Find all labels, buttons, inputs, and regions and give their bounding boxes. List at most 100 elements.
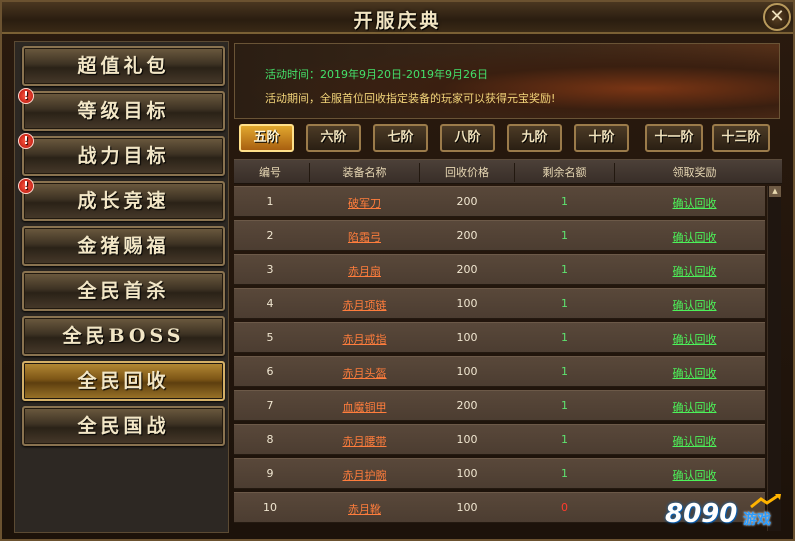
- remaining-slots: 1: [561, 365, 568, 378]
- confirm-recycle-link[interactable]: 确认回收: [617, 399, 765, 415]
- sidebar-item[interactable]: 金猪赐福: [22, 226, 225, 266]
- sidebar: 超值礼包 等级目标! 战力目标! 成长竞速! 金猪赐福 全民首杀 全民BOSS 全民回收 全民国…: [14, 41, 229, 533]
- remaining-slots: 1: [561, 263, 568, 276]
- column-header: 回收价格: [445, 166, 489, 179]
- item-number: 9: [266, 467, 274, 480]
- recycle-price: 100: [456, 501, 478, 514]
- tier-tab[interactable]: 十三阶: [712, 124, 770, 152]
- sidebar-item[interactable]: 战力目标!: [18, 133, 225, 176]
- confirm-recycle-link[interactable]: 确认回收: [617, 331, 765, 347]
- close-button[interactable]: ✕: [763, 3, 791, 31]
- sidebar-item-label: 全民首杀: [77, 280, 170, 302]
- sidebar-item-label: 金猪赐福: [77, 235, 170, 257]
- remaining-slots: 0: [561, 501, 568, 514]
- equipment-name-link[interactable]: 破军刀: [312, 195, 417, 211]
- watermark-logo: 8090 游戏: [665, 493, 785, 535]
- table-row: 8 赤月腰带 100 1 确认回收: [234, 424, 765, 455]
- sidebar-item[interactable]: 全民国战: [22, 406, 225, 446]
- equipment-name-link[interactable]: 赤月靴: [312, 501, 417, 517]
- equipment-name-link[interactable]: 陷霜弓: [312, 229, 417, 245]
- equipment-name-link[interactable]: 赤月腰带: [312, 433, 417, 449]
- alert-badge-icon: !: [18, 178, 34, 194]
- event-time-value: 2019年9月20日-2019年9月26日: [320, 68, 488, 81]
- tier-tabs: 五阶 六阶 七阶 八阶 九阶 十阶 十一阶 十三阶: [239, 124, 774, 154]
- tier-tab[interactable]: 十阶: [574, 124, 629, 152]
- sidebar-item-label: 全民国战: [77, 415, 170, 437]
- sidebar-item-label: 成长竞速: [77, 190, 170, 212]
- remaining-slots: 1: [561, 467, 568, 480]
- recycle-price: 200: [456, 195, 478, 208]
- confirm-recycle-link[interactable]: 确认回收: [617, 297, 765, 313]
- sidebar-item[interactable]: 超值礼包: [22, 46, 225, 86]
- tier-tab[interactable]: 十一阶: [645, 124, 703, 152]
- sidebar-item[interactable]: 成长竞速!: [18, 178, 225, 221]
- table-row: 6 赤月头盔 100 1 确认回收: [234, 356, 765, 387]
- item-number: 2: [266, 229, 274, 242]
- confirm-recycle-link[interactable]: 确认回收: [617, 365, 765, 381]
- tier-tab[interactable]: 六阶: [306, 124, 361, 152]
- table-header: 编号 装备名称 回收价格 剩余名额 领取奖励: [234, 159, 782, 184]
- recycle-price: 200: [456, 263, 478, 276]
- scroll-up-arrow-icon[interactable]: ▲: [769, 186, 781, 197]
- event-window: 开服庆典 ✕ 超值礼包 等级目标! 战力目标! 成长竞速! 金猪赐福 全民首杀 全民BOSS…: [0, 0, 795, 541]
- sidebar-item[interactable]: 全民回收: [22, 361, 225, 401]
- equipment-name-link[interactable]: 赤月戒指: [312, 331, 417, 347]
- column-divider: [419, 163, 420, 182]
- event-banner: 活动时间：2019年9月20日-2019年9月26日 活动期间，全服首位回收指定…: [234, 43, 780, 119]
- alert-badge-icon: !: [18, 133, 34, 149]
- item-number: 3: [266, 263, 274, 276]
- confirm-recycle-link[interactable]: 确认回收: [617, 433, 765, 449]
- recycle-price: 100: [456, 297, 478, 310]
- column-divider: [514, 163, 515, 182]
- item-number: 8: [266, 433, 274, 446]
- item-number: 5: [266, 331, 274, 344]
- column-divider: [309, 163, 310, 182]
- remaining-slots: 1: [561, 433, 568, 446]
- remaining-slots: 1: [561, 399, 568, 412]
- logo-text: 游戏: [743, 512, 771, 528]
- equipment-name-link[interactable]: 赤月项链: [312, 297, 417, 313]
- remaining-slots: 1: [561, 229, 568, 242]
- event-description: 活动期间，全服首位回收指定装备的玩家可以获得元宝奖励!: [265, 92, 556, 105]
- table-row: 3 赤月扇 200 1 确认回收: [234, 254, 765, 285]
- sidebar-item-label: 全民BOSS: [62, 325, 185, 347]
- sidebar-item-label: 超值礼包: [77, 55, 170, 77]
- tier-tab[interactable]: 七阶: [373, 124, 428, 152]
- recycle-price: 100: [456, 467, 478, 480]
- tier-tab[interactable]: 八阶: [440, 124, 495, 152]
- equipment-name-link[interactable]: 赤月扇: [312, 263, 417, 279]
- sidebar-item-label: 等级目标: [77, 100, 170, 122]
- event-time: 活动时间：2019年9月20日-2019年9月26日: [265, 66, 488, 82]
- item-number: 7: [266, 399, 274, 412]
- window-title: 开服庆典: [353, 10, 442, 32]
- recycle-table: 1 破军刀 200 1 确认回收 2 陷霜弓 200 1 确认回收 3 赤月扇 200 1 确认回收 4 赤月项…: [234, 186, 765, 526]
- equipment-name-link[interactable]: 血魔铜甲: [312, 399, 417, 415]
- remaining-slots: 1: [561, 195, 568, 208]
- logo-arrow-icon: [750, 493, 781, 509]
- sidebar-item[interactable]: 等级目标!: [18, 88, 225, 131]
- tier-tab[interactable]: 五阶: [239, 124, 294, 152]
- tier-tab[interactable]: 九阶: [507, 124, 562, 152]
- sidebar-item-label: 全民回收: [77, 370, 170, 392]
- column-header: 领取奖励: [672, 166, 717, 179]
- table-row: 2 陷霜弓 200 1 确认回收: [234, 220, 765, 251]
- equipment-name-link[interactable]: 赤月护腕: [312, 467, 417, 483]
- column-header: 编号: [259, 166, 281, 179]
- table-row: 1 破军刀 200 1 确认回收: [234, 186, 765, 217]
- table-row: 5 赤月戒指 100 1 确认回收: [234, 322, 765, 353]
- confirm-recycle-link[interactable]: 确认回收: [617, 229, 765, 245]
- column-divider: [614, 163, 615, 182]
- recycle-price: 200: [456, 399, 478, 412]
- scrollbar[interactable]: ▲: [767, 186, 781, 531]
- confirm-recycle-link[interactable]: 确认回收: [617, 195, 765, 211]
- confirm-recycle-link[interactable]: 确认回收: [617, 467, 765, 483]
- table-row: 9 赤月护腕 100 1 确认回收: [234, 458, 765, 489]
- sidebar-item[interactable]: 全民首杀: [22, 271, 225, 311]
- logo-number: 8090: [665, 499, 738, 529]
- item-number: 10: [263, 501, 277, 514]
- table-row: 4 赤月项链 100 1 确认回收: [234, 288, 765, 319]
- confirm-recycle-link[interactable]: 确认回收: [617, 263, 765, 279]
- sidebar-item[interactable]: 全民BOSS: [22, 316, 225, 356]
- equipment-name-link[interactable]: 赤月头盔: [312, 365, 417, 381]
- column-header: 剩余名额: [542, 166, 587, 179]
